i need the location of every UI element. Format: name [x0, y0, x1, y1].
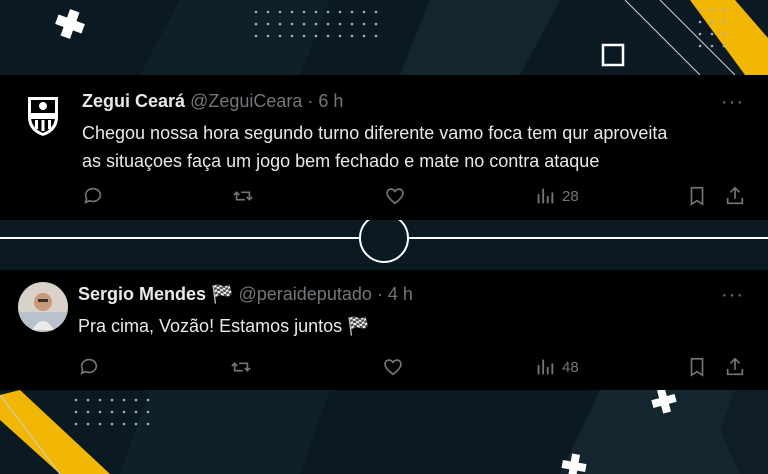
- tweet-text-line: as situaçoes faça um jogo bem fechado e …: [82, 151, 600, 171]
- author-name[interactable]: Zegui Ceará: [82, 91, 185, 111]
- author-handle[interactable]: @peraideputado: [238, 284, 371, 304]
- tweet-header: Sergio Mendes 🏁 @peraideputado · 4 h: [78, 284, 413, 305]
- share-icon: [726, 357, 744, 376]
- background-pattern: [0, 0, 768, 474]
- author-name[interactable]: Sergio Mendes: [78, 284, 206, 304]
- heart-icon: [384, 359, 402, 376]
- avatar[interactable]: [18, 89, 68, 139]
- views-count: 48: [562, 358, 579, 376]
- more-options-icon[interactable]: ···: [721, 91, 744, 114]
- ceara-crest-icon: [18, 89, 68, 139]
- views-button[interactable]: 48: [534, 355, 579, 379]
- retweet-button[interactable]: [232, 184, 254, 208]
- like-button[interactable]: [382, 355, 404, 379]
- timestamp[interactable]: 6 h: [318, 91, 343, 111]
- action-bar: 28: [82, 184, 752, 208]
- tweet-card[interactable]: Sergio Mendes 🏁 @peraideputado · 4 h ···…: [0, 270, 768, 390]
- tweet-text: Pra cima, Vozão! Estamos juntos 🏁: [78, 316, 370, 336]
- separator: ·: [307, 91, 314, 111]
- retweet-icon: [233, 191, 253, 201]
- bookmark-button[interactable]: [686, 355, 708, 379]
- like-button[interactable]: [384, 184, 406, 208]
- timestamp[interactable]: 4 h: [388, 284, 413, 304]
- retweet-button[interactable]: [230, 355, 252, 379]
- analytics-icon: [537, 359, 554, 375]
- reply-icon: [80, 358, 98, 375]
- views-button[interactable]: 28: [534, 184, 579, 208]
- bookmark-button[interactable]: [686, 184, 708, 208]
- reply-button[interactable]: [82, 184, 104, 208]
- tweet-text: Chegou nossa hora segundo turno diferent…: [82, 119, 742, 175]
- checkered-flag-icon: 🏁: [211, 284, 234, 304]
- tweet-card[interactable]: Zegui Ceará @ZeguiCeara · 6 h ··· Chegou…: [0, 75, 768, 220]
- bookmark-icon: [690, 186, 704, 206]
- share-button[interactable]: [724, 355, 746, 379]
- reply-icon: [84, 187, 102, 204]
- bookmark-icon: [690, 357, 704, 377]
- heart-icon: [386, 188, 404, 205]
- background-graphic: [0, 0, 768, 474]
- separator: ·: [376, 284, 383, 304]
- share-button[interactable]: [724, 184, 746, 208]
- reply-button[interactable]: [78, 355, 100, 379]
- more-options-icon[interactable]: ···: [721, 284, 744, 307]
- share-icon: [726, 186, 744, 205]
- tweet-header: Zegui Ceará @ZeguiCeara · 6 h: [82, 91, 343, 112]
- avatar[interactable]: [18, 282, 68, 332]
- author-handle[interactable]: @ZeguiCeara: [190, 91, 302, 111]
- user-photo-avatar: [18, 282, 68, 332]
- analytics-icon: [537, 188, 554, 204]
- views-count: 28: [562, 187, 579, 205]
- tweet-text-line: Chegou nossa hora segundo turno diferent…: [82, 123, 668, 143]
- action-bar: 48: [78, 355, 748, 379]
- retweet-icon: [231, 362, 251, 372]
